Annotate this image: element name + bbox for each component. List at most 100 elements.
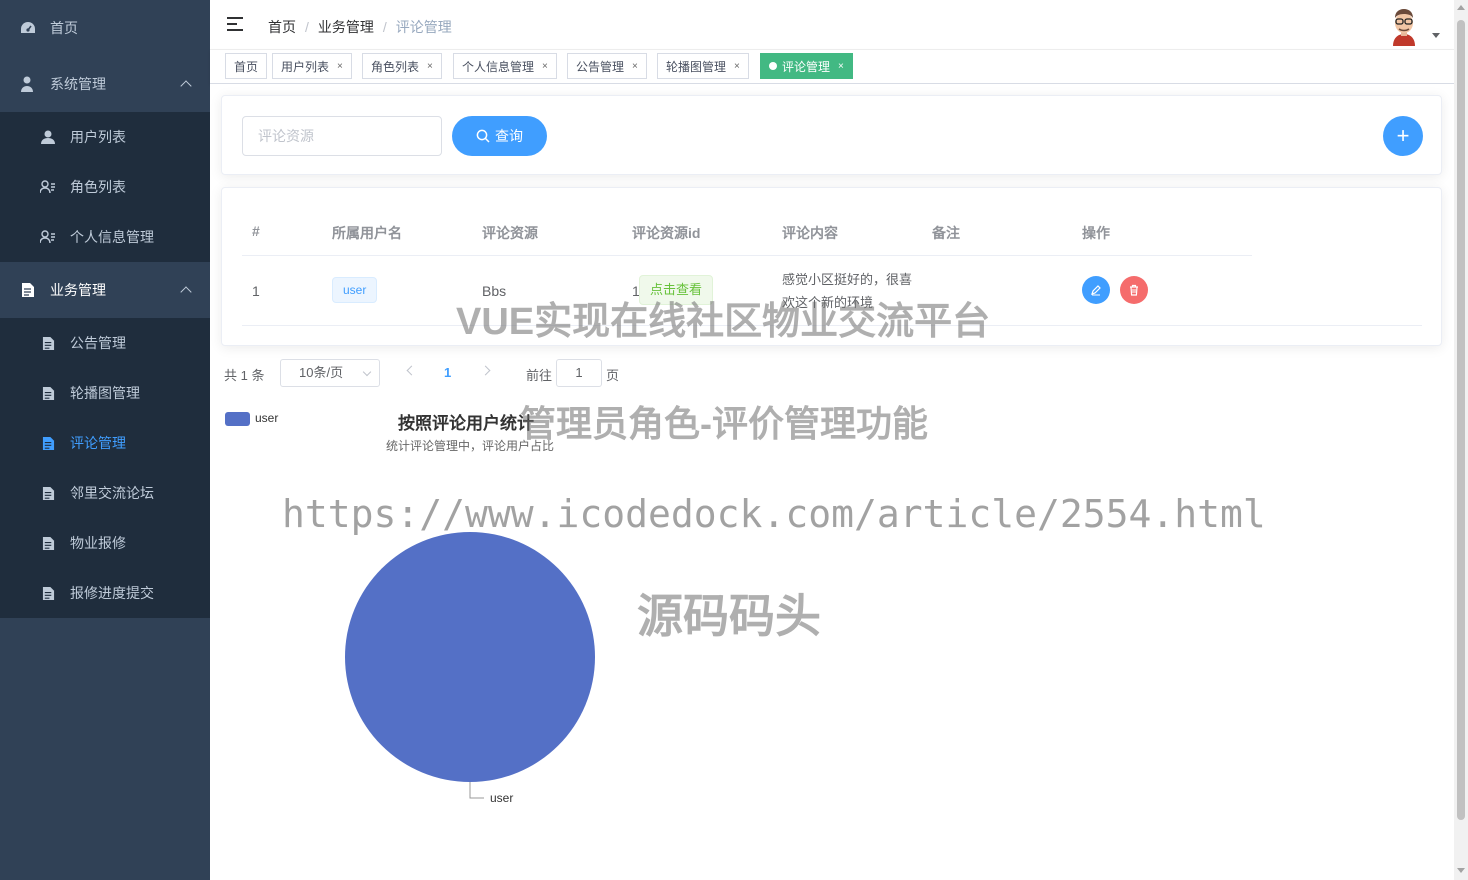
column-header: 评论内容	[782, 225, 838, 241]
tag-label: 角色列表	[371, 59, 420, 74]
pie-slice-label: user	[490, 791, 513, 805]
navbar: 首页 / 业务管理 / 评论管理	[210, 0, 1454, 50]
hamburger-icon[interactable]	[227, 17, 243, 31]
sidebar-item-label: 评论管理	[70, 435, 126, 451]
tag-carousel[interactable]: 轮播图管理 ×	[657, 53, 749, 79]
column-header: #	[252, 223, 260, 239]
search-input[interactable]	[242, 116, 442, 156]
close-icon[interactable]: ×	[734, 61, 740, 72]
pie-chart: user 按照评论用户统计 统计评论管理中，评论用户占比 user	[210, 394, 770, 814]
tag-label: 评论管理	[782, 59, 831, 74]
query-button-label: 查询	[495, 128, 523, 144]
close-icon[interactable]: ×	[542, 61, 548, 72]
chevron-down-icon	[362, 367, 372, 377]
sidebar-item-label: 个人信息管理	[70, 229, 154, 245]
search-icon	[476, 129, 490, 143]
tags-view: 首页 用户列表 × 角色列表 × 个人信息管理 × 公告管理 × 轮播图管理 ×…	[210, 50, 1454, 84]
row-index: 1	[252, 283, 260, 299]
column-header: 评论资源	[482, 225, 538, 241]
avatar[interactable]	[1387, 6, 1421, 46]
document-icon	[40, 535, 56, 551]
scrollbar[interactable]	[1454, 0, 1468, 880]
tag-user-list[interactable]: 用户列表 ×	[272, 53, 352, 79]
sidebar-item-profile[interactable]: 个人信息管理	[0, 212, 210, 262]
sidebar-item-label: 公告管理	[70, 335, 126, 351]
sidebar-item-notice[interactable]: 公告管理	[0, 318, 210, 368]
sidebar-item-label: 邻里交流论坛	[70, 485, 154, 501]
sidebar-item-label: 轮播图管理	[70, 385, 140, 401]
trash-icon	[1130, 284, 1138, 296]
sidebar-item-repair[interactable]: 物业报修	[0, 518, 210, 568]
sidebar-item-label: 用户列表	[70, 129, 126, 145]
scroll-down-icon[interactable]	[1457, 868, 1465, 873]
page-size-select[interactable]: 10条/页	[280, 359, 380, 387]
close-icon[interactable]: ×	[838, 61, 844, 72]
content-cell: 感觉小区挺好的，很喜欢这个新的环境	[782, 272, 913, 310]
chevron-right-icon[interactable]	[480, 365, 491, 376]
user-admin-icon	[20, 76, 36, 92]
query-button[interactable]: 查询	[452, 116, 547, 156]
sidebar-item-business[interactable]: 业务管理	[0, 262, 210, 318]
sidebar-item-label: 物业报修	[70, 535, 126, 551]
goto-page-input[interactable]: 1	[556, 359, 602, 387]
sidebar-item-comments[interactable]: 评论管理	[0, 418, 210, 468]
tag-profile[interactable]: 个人信息管理 ×	[453, 53, 557, 79]
sidebar-item-forum[interactable]: 邻里交流论坛	[0, 468, 210, 518]
sidebar-item-label: 业务管理	[50, 282, 106, 298]
page-size-value: 10条/页	[299, 365, 344, 380]
tag-label: 公告管理	[576, 59, 625, 74]
sidebar-item-repair-progress[interactable]: 报修进度提交	[0, 568, 210, 618]
role-list-icon	[40, 229, 56, 245]
goto-label: 前往	[526, 368, 553, 383]
add-button[interactable]: +	[1383, 116, 1423, 156]
sidebar: 首页 系统管理 用户列表 角色列表 个人信息管理 业务管理 公告管理 轮播图管理…	[0, 0, 210, 880]
view-link[interactable]: 点击查看	[639, 275, 714, 305]
column-header: 备注	[932, 225, 960, 241]
sidebar-item-role-list[interactable]: 角色列表	[0, 162, 210, 212]
tag-home[interactable]: 首页	[225, 53, 268, 79]
tag-label: 首页	[234, 59, 259, 74]
user-icon	[40, 129, 56, 145]
tag-notice[interactable]: 公告管理 ×	[567, 53, 647, 79]
sidebar-item-home[interactable]: 首页	[0, 0, 210, 56]
document-icon	[20, 282, 36, 298]
column-header: 评论资源id	[632, 225, 701, 241]
sidebar-item-label: 首页	[50, 20, 78, 36]
sidebar-item-label: 角色列表	[70, 179, 126, 195]
username-tag: user	[332, 277, 378, 303]
document-icon	[40, 485, 56, 501]
pie-slice-user[interactable]	[345, 532, 595, 782]
role-list-icon	[40, 179, 56, 195]
sidebar-item-carousel[interactable]: 轮播图管理	[0, 368, 210, 418]
edit-button[interactable]	[1082, 276, 1110, 304]
delete-button[interactable]	[1120, 276, 1148, 304]
resource-cell: Bbs	[482, 283, 507, 299]
chevron-up-icon	[180, 286, 192, 298]
sidebar-item-label: 系统管理	[50, 76, 106, 92]
breadcrumb-item[interactable]: 业务管理	[318, 17, 374, 37]
sidebar-item-user-list[interactable]: 用户列表	[0, 112, 210, 162]
goto-unit: 页	[606, 368, 620, 383]
document-icon	[40, 435, 56, 451]
main-content: 查询 + # 所属用户名 评论资源 评论资源id 评论内容 备注 操作 1 us…	[210, 84, 1454, 880]
page-number-current[interactable]: 1	[444, 365, 451, 380]
column-header: 操作	[1082, 225, 1110, 241]
scrollbar-thumb[interactable]	[1457, 20, 1465, 820]
dashboard-icon	[20, 20, 36, 36]
table-card: # 所属用户名 评论资源 评论资源id 评论内容 备注 操作 1 user Bb…	[221, 187, 1442, 346]
close-icon[interactable]: ×	[632, 61, 638, 72]
pie-label-line	[469, 782, 484, 799]
column-header: 所属用户名	[332, 225, 402, 241]
tag-role-list[interactable]: 角色列表 ×	[362, 53, 442, 79]
breadcrumb-item[interactable]: 首页	[268, 17, 296, 37]
active-dot-icon	[769, 62, 777, 70]
scroll-up-icon[interactable]	[1457, 5, 1465, 10]
chevron-left-icon[interactable]	[406, 365, 417, 376]
close-icon[interactable]: ×	[427, 61, 433, 72]
sidebar-item-system[interactable]: 系统管理	[0, 56, 210, 112]
document-icon	[40, 585, 56, 601]
caret-down-icon[interactable]	[1432, 33, 1440, 38]
close-icon[interactable]: ×	[337, 61, 343, 72]
breadcrumb: 首页 / 业务管理 / 评论管理	[268, 17, 452, 37]
tag-comments[interactable]: 评论管理 ×	[760, 53, 853, 79]
